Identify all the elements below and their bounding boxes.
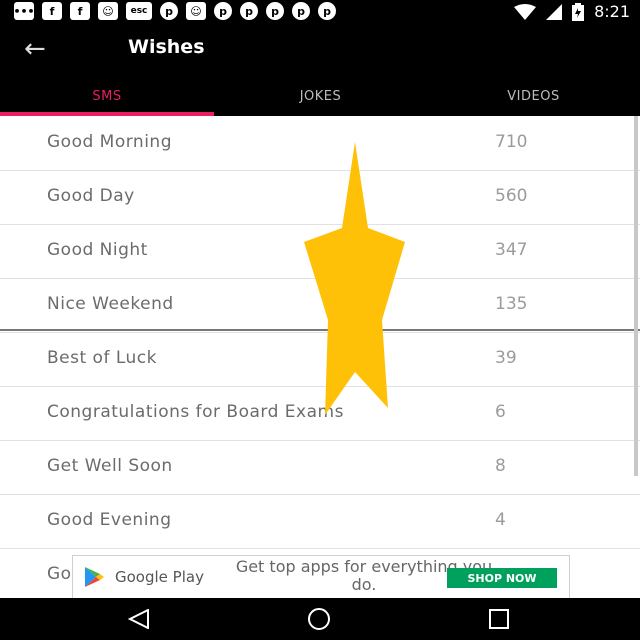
list-item-count: 6	[495, 402, 506, 422]
pinterest-icon: p	[318, 2, 336, 20]
system-status: 8:21	[514, 2, 630, 21]
arrow-left-icon[interactable]: ←	[24, 34, 46, 64]
notification-icons: ••• f f ☺ esc p ☺ p p p p p	[13, 2, 336, 20]
ad-banner[interactable]: Google Play Get top apps for everything …	[72, 555, 570, 599]
list-item-count: 8	[495, 456, 506, 476]
status-bar: ••• f f ☺ esc p ☺ p p p p p 8:21	[0, 0, 640, 24]
scrollbar[interactable]	[634, 116, 638, 476]
tab-bar: SMS JOKES VIDEOS	[0, 76, 640, 116]
cat-icon: ☺	[186, 2, 206, 20]
yellow-star-overlay-icon	[304, 142, 405, 415]
battery-icon	[572, 2, 585, 21]
clock: 8:21	[594, 2, 630, 21]
facebook-icon: f	[70, 2, 90, 20]
signal-icon	[546, 3, 563, 20]
list-item-label: Best of Luck	[47, 348, 157, 368]
wifi-icon	[514, 3, 537, 20]
list-item-count: 347	[495, 240, 528, 260]
list-item-label: Good Morning	[47, 132, 172, 152]
tab-jokes[interactable]: JOKES	[214, 76, 427, 116]
page-title: Wishes	[128, 36, 205, 58]
app-bar: ← Wishes	[0, 24, 640, 76]
navigation-bar	[0, 598, 640, 640]
google-play-icon	[85, 567, 104, 587]
pinterest-icon: p	[292, 2, 310, 20]
list-item-count: 4	[495, 510, 506, 530]
facebook-icon: f	[42, 2, 62, 20]
shop-now-button[interactable]: SHOP NOW	[447, 568, 557, 588]
tab-videos[interactable]: VIDEOS	[427, 76, 640, 116]
chat-icon: •••	[13, 2, 35, 20]
cat-icon: ☺	[98, 2, 118, 20]
pinterest-icon: p	[160, 2, 178, 20]
nav-back-icon[interactable]	[128, 609, 150, 629]
pinterest-icon: p	[266, 2, 284, 20]
list-item-label: Nice Weekend	[47, 294, 174, 314]
list-item[interactable]: Good Evening 4	[0, 494, 640, 549]
list-item[interactable]: Get Well Soon 8	[0, 440, 640, 495]
list-item-label: Good Evening	[47, 510, 172, 530]
list-item-count: 135	[495, 294, 528, 314]
list-item-label: Good Day	[47, 186, 135, 206]
esc-icon: esc	[126, 2, 152, 20]
list-item-count: 39	[495, 348, 517, 368]
nav-home-icon[interactable]	[307, 607, 331, 631]
list-item-label: Go	[47, 564, 72, 584]
nav-recent-apps-icon[interactable]	[488, 608, 510, 630]
pinterest-icon: p	[214, 2, 232, 20]
ad-brand: Google Play	[115, 568, 204, 586]
list-item-label: Good Night	[47, 240, 148, 260]
list-item-count: 710	[495, 132, 528, 152]
list-item-label: Get Well Soon	[47, 456, 173, 476]
list-item-count: 560	[495, 186, 528, 206]
pinterest-icon: p	[240, 2, 258, 20]
tab-sms[interactable]: SMS	[0, 76, 214, 116]
